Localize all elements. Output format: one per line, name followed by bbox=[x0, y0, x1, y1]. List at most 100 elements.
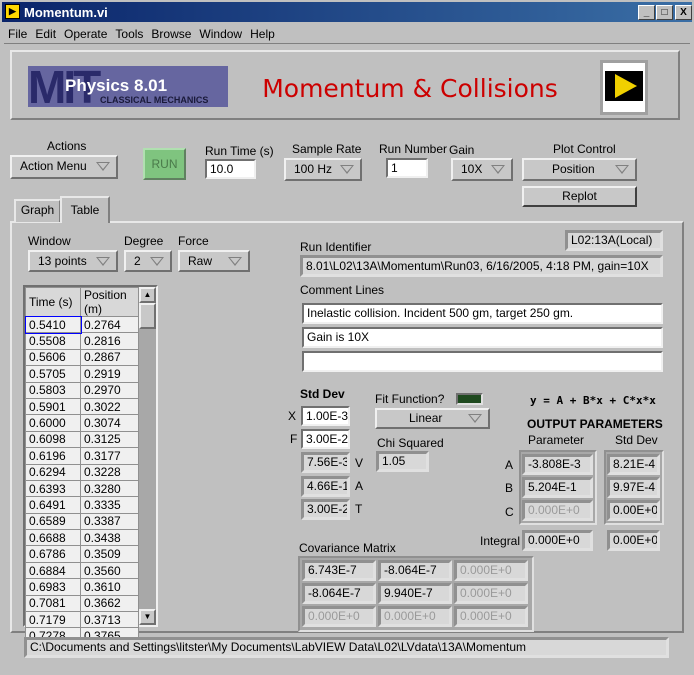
time-cell[interactable]: 0.5606 bbox=[25, 348, 81, 367]
std-dev-x-input[interactable]: 1.00E-3 bbox=[301, 406, 350, 426]
maximize-button[interactable]: □ bbox=[656, 5, 673, 20]
position-cell[interactable]: 0.2970 bbox=[80, 381, 139, 399]
position-cell[interactable]: 0.3335 bbox=[80, 496, 139, 514]
table-row[interactable]: 0.5606 0.2867 bbox=[25, 348, 139, 367]
time-cell[interactable]: 0.6688 bbox=[25, 529, 81, 547]
menu-tools[interactable]: Tools bbox=[115, 27, 143, 41]
table-row[interactable]: 0.5508 0.2816 bbox=[25, 332, 139, 350]
time-cell[interactable]: 0.6098 bbox=[25, 430, 81, 449]
time-cell[interactable]: 0.6294 bbox=[25, 463, 81, 481]
menu-help[interactable]: Help bbox=[250, 27, 275, 41]
comment-line-2[interactable]: Gain is 10X bbox=[302, 327, 663, 348]
position-cell[interactable]: 0.3560 bbox=[80, 561, 139, 580]
tab-table[interactable]: Table bbox=[60, 196, 110, 223]
time-cell[interactable]: 0.5705 bbox=[25, 365, 81, 383]
time-cell[interactable]: 0.5901 bbox=[25, 397, 81, 416]
table-row[interactable]: 0.6884 0.3560 bbox=[25, 561, 139, 580]
table-row[interactable]: 0.6098 0.3125 bbox=[25, 430, 139, 449]
table-row[interactable]: 0.5705 0.2919 bbox=[25, 365, 139, 383]
scroll-thumb[interactable] bbox=[139, 303, 156, 329]
time-cell[interactable]: 0.7179 bbox=[25, 611, 81, 629]
table-row[interactable]: 0.6688 0.3438 bbox=[25, 529, 139, 547]
std-dev-f-input[interactable]: 3.00E-2 bbox=[301, 429, 350, 449]
time-cell[interactable]: 0.6884 bbox=[25, 561, 81, 580]
position-cell[interactable]: 0.3125 bbox=[80, 430, 139, 449]
replot-button[interactable]: Replot bbox=[522, 186, 637, 207]
position-cell[interactable]: 0.2816 bbox=[80, 332, 139, 350]
fit-function-dropdown[interactable]: Linear bbox=[375, 408, 490, 429]
time-cell[interactable]: 0.6983 bbox=[25, 578, 81, 596]
position-cell[interactable]: 0.3280 bbox=[80, 479, 139, 498]
menu-file[interactable]: File bbox=[8, 27, 27, 41]
table-row[interactable]: 0.6786 0.3509 bbox=[25, 545, 139, 563]
time-cell[interactable]: 0.5410 bbox=[24, 315, 82, 334]
comment-line-3[interactable] bbox=[302, 351, 663, 372]
table-row[interactable]: 0.6393 0.3280 bbox=[25, 479, 139, 498]
std-dev-f-tag: F bbox=[290, 432, 298, 446]
position-cell[interactable]: 0.3610 bbox=[80, 578, 139, 596]
table-row[interactable]: 0.6983 0.3610 bbox=[25, 578, 139, 596]
table-row[interactable]: 0.5901 0.3022 bbox=[25, 397, 139, 416]
time-cell[interactable]: 0.6491 bbox=[25, 496, 81, 514]
degree-value: 2 bbox=[134, 254, 141, 268]
position-cell[interactable]: 0.2919 bbox=[80, 365, 139, 383]
position-cell[interactable]: 0.3438 bbox=[80, 529, 139, 547]
run-button[interactable]: RUN bbox=[143, 148, 186, 180]
run-number-input[interactable]: 1 bbox=[386, 158, 428, 178]
force-label: Force bbox=[178, 234, 209, 248]
degree-dropdown[interactable]: 2 bbox=[124, 250, 172, 272]
tab-graph[interactable]: Graph bbox=[14, 199, 61, 222]
std-dev-v-tag: V bbox=[355, 456, 364, 470]
time-cell[interactable]: 0.6393 bbox=[25, 479, 81, 498]
scroll-down-arrow-icon[interactable]: ▼ bbox=[139, 609, 156, 625]
plot-control-dropdown[interactable]: Position bbox=[522, 158, 637, 181]
menu-operate[interactable]: Operate bbox=[64, 27, 107, 41]
comment-line-1[interactable]: Inelastic collision. Incident 500 gm, ta… bbox=[302, 303, 663, 324]
position-cell[interactable]: 0.3022 bbox=[80, 397, 139, 416]
table-scrollbar[interactable]: ▲ ▼ bbox=[139, 287, 156, 625]
table-row[interactable]: 0.5410 0.2764 bbox=[24, 315, 139, 334]
time-cell[interactable]: 0.5508 bbox=[25, 332, 81, 350]
menu-browse[interactable]: Browse bbox=[151, 27, 191, 41]
time-cell[interactable]: 0.5803 bbox=[25, 381, 81, 399]
position-cell[interactable]: 0.3387 bbox=[80, 512, 139, 531]
position-cell[interactable]: 0.3074 bbox=[80, 414, 139, 432]
time-cell[interactable]: 0.7081 bbox=[25, 594, 81, 613]
time-cell[interactable]: 0.6786 bbox=[25, 545, 81, 563]
std-dev-x-tag: X bbox=[288, 409, 297, 423]
table-row[interactable]: 0.6196 0.3177 bbox=[25, 447, 139, 465]
action-menu-dropdown[interactable]: Action Menu bbox=[10, 155, 118, 179]
title-bar: ▶ Momentum.vi _ □ X bbox=[0, 0, 694, 24]
table-row[interactable]: 0.6000 0.3074 bbox=[25, 414, 139, 432]
table-row[interactable]: 0.7081 0.3662 bbox=[25, 594, 139, 613]
position-cell[interactable]: 0.3509 bbox=[80, 545, 139, 563]
location-indicator: L02:13A(Local) bbox=[565, 230, 663, 251]
position-cell[interactable]: 0.2867 bbox=[80, 348, 139, 367]
time-cell[interactable]: 0.6589 bbox=[25, 512, 81, 531]
table-row[interactable]: 0.6589 0.3387 bbox=[25, 512, 139, 531]
position-cell[interactable]: 0.3662 bbox=[80, 594, 139, 613]
run-time-input[interactable]: 10.0 bbox=[205, 159, 256, 179]
table-row[interactable]: 0.6491 0.3335 bbox=[25, 496, 139, 514]
menu-edit[interactable]: Edit bbox=[35, 27, 56, 41]
close-button[interactable]: X bbox=[675, 5, 692, 20]
table-row[interactable]: 0.6294 0.3228 bbox=[25, 463, 139, 481]
position-cell[interactable]: 0.3228 bbox=[80, 463, 139, 481]
fit-function-led[interactable] bbox=[456, 393, 483, 405]
action-menu-value: Action Menu bbox=[20, 159, 87, 173]
time-cell[interactable]: 0.6196 bbox=[25, 447, 81, 465]
data-table[interactable]: Time (s) Position (m) 0.5410 0.2764 0.5508 0… bbox=[23, 285, 158, 645]
table-row[interactable]: 0.7179 0.3713 bbox=[25, 611, 139, 629]
position-cell[interactable]: 0.3177 bbox=[80, 447, 139, 465]
minimize-button[interactable]: _ bbox=[638, 5, 655, 20]
sample-rate-dropdown[interactable]: 100 Hz bbox=[284, 158, 362, 181]
position-cell[interactable]: 0.3713 bbox=[80, 611, 139, 629]
window-dropdown[interactable]: 13 points bbox=[28, 250, 118, 272]
force-dropdown[interactable]: Raw bbox=[178, 250, 250, 272]
scroll-up-arrow-icon[interactable]: ▲ bbox=[139, 287, 156, 303]
table-row[interactable]: 0.5803 0.2970 bbox=[25, 381, 139, 399]
gain-dropdown[interactable]: 10X bbox=[451, 158, 513, 181]
position-cell[interactable]: 0.2764 bbox=[80, 315, 139, 334]
time-cell[interactable]: 0.6000 bbox=[25, 414, 81, 432]
menu-window[interactable]: Window bbox=[199, 27, 242, 41]
